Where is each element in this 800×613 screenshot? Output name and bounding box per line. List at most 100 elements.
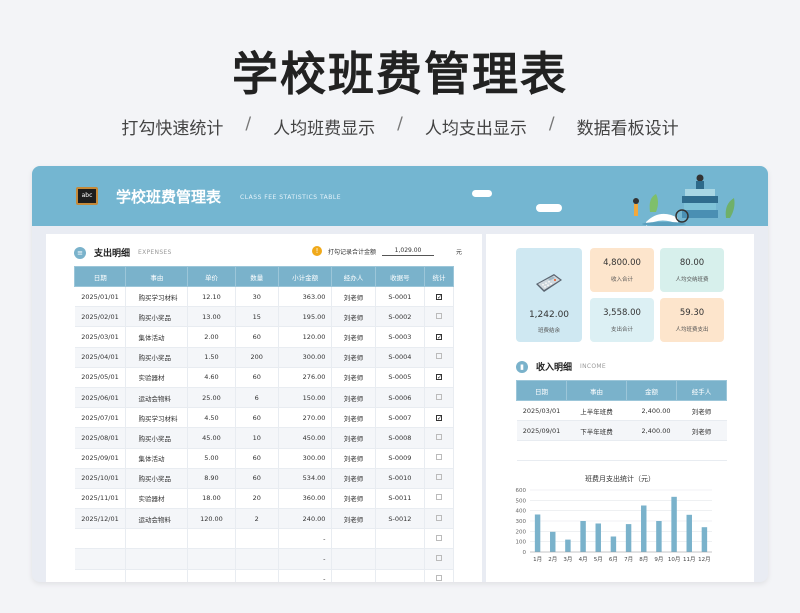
chart-bar <box>550 531 556 552</box>
column-header: 日期 <box>516 380 567 401</box>
qty-cell: 20 <box>235 488 279 510</box>
stat-checkbox[interactable] <box>436 454 443 461</box>
item-cell: 集体活动 <box>125 326 189 348</box>
subtotal-cell: 240.00 <box>278 508 333 530</box>
receipt-cell <box>375 548 426 570</box>
spreadsheet-window: abc 学校班费管理表 CLASS FEE STATISTICS TABLE ≡… <box>32 166 768 582</box>
stat-checkbox[interactable] <box>436 514 443 521</box>
item-cell: 购买学习材料 <box>125 407 189 429</box>
checkbox-cell: ✓ <box>424 286 454 308</box>
receipt-cell: S-0001 <box>375 286 426 308</box>
table-row: 2025/05/01 实验器材 4.60 60 276.00 刘老师 S-0005 ✓ <box>74 367 454 388</box>
chart-bar <box>656 521 662 552</box>
amount-cell: 2,400.00 <box>626 420 677 441</box>
stat-checkbox[interactable] <box>436 555 443 562</box>
qty-cell <box>235 569 279 582</box>
date-cell: 2025/12/01 <box>74 508 127 530</box>
stat-checkbox[interactable] <box>436 312 443 319</box>
price-cell: 13.00 <box>187 306 236 328</box>
stat-checkbox[interactable]: ✓ <box>436 293 442 300</box>
amount-cell: 2,400.00 <box>626 400 677 421</box>
info-icon: ! <box>312 246 322 256</box>
column-header: 日期 <box>73 266 127 287</box>
table-row: 2025/08/01 购买小奖品 45.00 10 450.00 刘老师 S-0008 <box>74 427 454 449</box>
item-cell: 购买小奖品 <box>125 468 189 489</box>
stat-checkbox[interactable] <box>436 353 443 360</box>
handler-cell: 刘老师 <box>331 387 376 409</box>
stat-checkbox[interactable] <box>436 575 443 582</box>
stat-checkbox[interactable]: ✓ <box>436 414 442 421</box>
date-cell: 2025/02/01 <box>74 306 127 328</box>
checkbox-cell <box>424 306 454 328</box>
date-cell: 2025/01/01 <box>74 286 127 308</box>
stat-checkbox[interactable]: ✓ <box>436 374 442 381</box>
x-tick-label: 2月 <box>548 556 557 563</box>
column-header: 单价 <box>187 266 236 287</box>
checkbox-cell <box>424 448 454 469</box>
qty-cell: 6 <box>235 387 279 409</box>
table-row: 2025/10/01 购买小奖品 8.90 60 534.00 刘老师 S-0010 <box>74 468 454 489</box>
date-cell: 2025/10/01 <box>74 468 127 489</box>
receipt-cell: S-0009 <box>375 448 426 469</box>
date-cell: 2025/05/01 <box>74 367 127 388</box>
handler-cell: 刘老师 <box>331 407 376 429</box>
checked-total: ! 打勾记录合计金额 1,029.00 元 <box>312 246 462 256</box>
price-cell: 25.00 <box>187 387 236 409</box>
price-cell: 120.00 <box>187 508 236 530</box>
amount-cell <box>626 440 677 461</box>
price-cell: 12.10 <box>187 286 236 308</box>
item-cell <box>125 569 189 582</box>
item-cell: 上半年班费 <box>566 400 627 421</box>
checkbox-cell: ✓ <box>424 407 454 429</box>
receipt-cell: S-0010 <box>375 468 426 489</box>
item-cell <box>125 528 189 550</box>
feature-item: 数据看板设计 <box>576 119 679 139</box>
stat-checkbox[interactable] <box>436 474 443 481</box>
stat-checkbox[interactable]: ✓ <box>436 333 442 340</box>
per-capita-fee-label: 人均交纳班费 <box>675 277 709 283</box>
y-tick-label: 500 <box>516 498 527 504</box>
expense-total-card: 3,558.00 支出合计 <box>590 298 654 342</box>
table-row: 2025/03/01 上半年班费 2,400.00 刘老师 <box>516 400 727 421</box>
date-cell: 2025/06/01 <box>74 387 127 409</box>
price-cell: 1.50 <box>187 347 236 368</box>
x-tick-label: 9月 <box>654 556 663 563</box>
qty-cell: 60 <box>235 448 279 469</box>
income-header: ▮ 收入明细 INCOME <box>516 360 606 373</box>
item-cell: 购买小奖品 <box>125 427 189 449</box>
subtotal-cell: 300.00 <box>278 448 333 469</box>
handler-cell: 刘老师 <box>331 448 376 469</box>
item-cell: 实验器材 <box>125 488 189 510</box>
date-cell <box>74 548 127 570</box>
stat-checkbox[interactable] <box>436 433 443 440</box>
x-tick-label: 1月 <box>533 556 542 563</box>
subtotal-cell: 150.00 <box>278 387 333 409</box>
subtotal-cell: - <box>278 528 333 550</box>
handler-cell: 刘老师 <box>676 420 727 441</box>
y-tick-label: 300 <box>516 519 527 525</box>
feature-list: 打勾快速统计 / 人均班费显示 / 人均支出显示 / 数据看板设计 <box>0 114 800 139</box>
app-subtitle: CLASS FEE STATISTICS TABLE <box>240 194 342 201</box>
app-title: 学校班费管理表 <box>116 188 222 206</box>
y-tick-label: 0 <box>523 550 527 556</box>
table-row: 2025/02/01 购买小奖品 13.00 15 195.00 刘老师 S-0002 <box>74 306 454 328</box>
column-header: 小计金额 <box>277 266 333 287</box>
date-cell: 2025/08/01 <box>74 427 127 449</box>
chart-title: 班费月支出统计（元） <box>585 475 655 483</box>
stat-checkbox[interactable] <box>436 494 443 501</box>
subtotal-cell: - <box>278 548 333 570</box>
balance-value: 1,242.00 <box>528 310 570 320</box>
books-illustration <box>633 174 735 226</box>
column-header: 事由 <box>566 380 627 401</box>
handler-cell: 刘老师 <box>331 468 376 489</box>
stat-checkbox[interactable] <box>436 534 443 541</box>
table-row: 2025/09/01 下半年班费 2,400.00 刘老师 <box>516 420 727 441</box>
column-header: 经手人 <box>676 380 727 401</box>
stat-checkbox[interactable] <box>436 393 443 400</box>
item-cell <box>125 548 189 570</box>
item-cell: 购买小奖品 <box>125 306 189 328</box>
column-header: 金额 <box>626 380 677 401</box>
table-row <box>516 440 727 461</box>
item-cell: 运动会物料 <box>125 387 189 409</box>
expenses-title: 支出明细 <box>94 249 131 259</box>
